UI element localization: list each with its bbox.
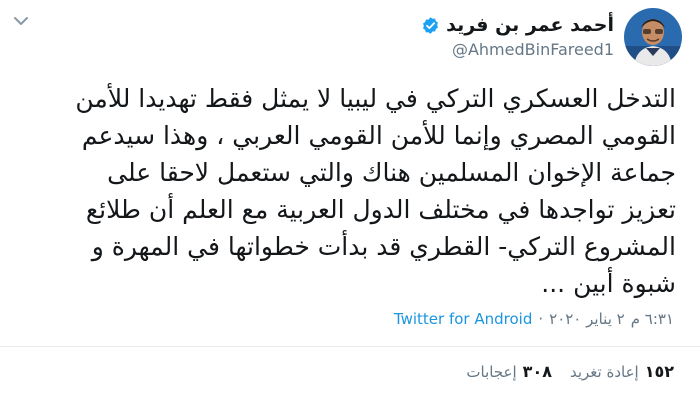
author-handle[interactable]: @AhmedBinFareed1 (452, 40, 614, 59)
author-names: أحمد عمر بن فريد @AhmedBinFareed1 (421, 14, 614, 59)
tweet-text-line: جماعة الإخوان المسلمين هناك والتي ستعمل … (107, 158, 676, 187)
tweet-date[interactable]: ٢ يناير ٢٠٢٠ (549, 310, 625, 328)
chevron-down-icon[interactable] (14, 16, 28, 26)
likes-stat[interactable]: ٣٠٨ إعجابات (466, 362, 552, 381)
tweet-time[interactable]: ٦:٣١ م (631, 310, 674, 328)
tweet-text-line: القومي المصري وإنما للأمن القومي العربي … (81, 121, 676, 150)
avatar-image (624, 8, 682, 66)
tweet-text-line: المشروع التركي- القطري قد بدأت خطواتها ف… (91, 232, 676, 261)
tweet-text-line: تعزيز تواجدها في مختلف الدول العربية مع … (85, 195, 676, 224)
divider (0, 346, 700, 347)
retweets-count: ١٥٢ (644, 362, 674, 381)
author-name-row[interactable]: أحمد عمر بن فريد (421, 14, 614, 36)
verified-badge-icon (423, 16, 439, 34)
tweet-text-line: شبوة أبين ... (541, 269, 676, 298)
avatar[interactable] (624, 8, 682, 66)
tweet-text-line: التدخل العسكري التركي في ليبيا لا يمثل ف… (75, 84, 676, 113)
likes-count: ٣٠٨ (522, 362, 552, 381)
retweets-label: إعادة تغريد (569, 363, 639, 381)
tweet-stats: ١٥٢ إعادة تغريد ٣٠٨ إعجابات (466, 362, 674, 381)
tweet-meta: ٦:٣١ م ٢ يناير ٢٠٢٠ · Twitter for Androi… (394, 310, 674, 328)
retweets-stat[interactable]: ١٥٢ إعادة تغريد (570, 362, 674, 381)
tweet-card: أحمد عمر بن فريد @AhmedBinFareed1 التدخل… (0, 0, 700, 402)
tweet-source-link[interactable]: Twitter for Android (394, 310, 532, 328)
likes-label: إعجابات (466, 363, 517, 381)
meta-separator: · (538, 310, 544, 328)
author-display-name[interactable]: أحمد عمر بن فريد (446, 14, 614, 36)
tweet-header: أحمد عمر بن فريد @AhmedBinFareed1 (421, 8, 682, 66)
tweet-text: التدخل العسكري التركي في ليبيا لا يمثل ف… (16, 80, 676, 302)
